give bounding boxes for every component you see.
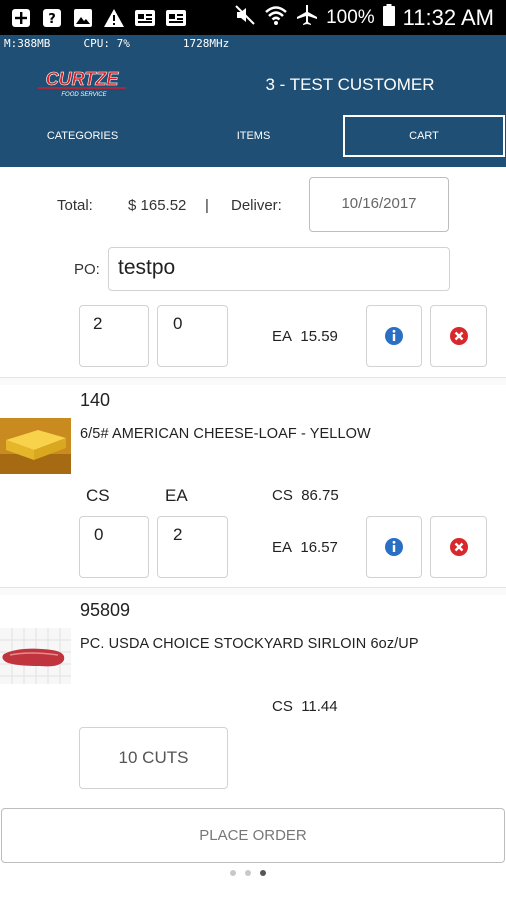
case-qty-input[interactable]: 2 (79, 305, 149, 367)
item-info-button[interactable] (366, 305, 422, 367)
image-icon (72, 7, 94, 29)
page-dot (245, 870, 251, 876)
battery-icon (382, 4, 395, 32)
each-price-unit: EA (272, 539, 293, 556)
each-price-value: 15.59 (300, 328, 338, 345)
case-price-unit: CS (272, 487, 293, 504)
case-price-value: 86.75 (301, 487, 339, 504)
memory-stat: M:388MB (4, 37, 51, 50)
warning-icon (103, 7, 125, 29)
remove-icon (449, 327, 468, 345)
case-column-header: CS (86, 486, 110, 505)
case-price-unit: CS (272, 698, 293, 715)
case-qty-input[interactable]: 0 (79, 516, 149, 578)
remove-item-button[interactable] (430, 305, 487, 367)
cpu-stat: CPU: 7% (83, 37, 130, 50)
remove-item-button[interactable] (430, 516, 487, 578)
total-separator: | (205, 197, 209, 214)
deliver-date-value: 10/16/2017 (341, 195, 417, 212)
cuts-button[interactable]: 10 CUTS (79, 727, 228, 789)
each-price-unit: EA (272, 328, 293, 345)
svg-text:CURTZE: CURTZE (46, 69, 120, 89)
id-card-icon (165, 7, 187, 29)
place-order-button[interactable]: PLACE ORDER (1, 808, 505, 863)
mute-icon (234, 4, 256, 32)
customer-name: 3 - TEST CUSTOMER (265, 75, 435, 94)
item-thumbnail-steak (0, 628, 71, 684)
tab-categories[interactable]: CATEGORIES (0, 115, 165, 157)
po-label: PO: (74, 261, 100, 278)
wifi-icon (264, 4, 288, 32)
plus-box-icon (10, 7, 32, 29)
page-dot-active (260, 870, 266, 876)
item-sku: 95809 (80, 600, 131, 620)
tab-cart[interactable]: CART (343, 115, 505, 157)
po-input[interactable]: testpo (108, 247, 450, 291)
each-price: EA 16.57 (272, 539, 338, 556)
case-price-value: 11.44 (301, 698, 338, 715)
item-divider (0, 587, 506, 595)
page-dot (230, 870, 236, 876)
svg-text:?: ? (48, 12, 56, 27)
case-qty-value: 0 (94, 525, 104, 544)
item-sku: 140 (80, 390, 111, 410)
clock: 11:32 AM (402, 5, 494, 30)
total-label: Total: (57, 197, 93, 214)
info-icon (385, 327, 403, 345)
item-description: PC. USDA CHOICE STOCKYARD SIRLOIN 6oz/UP (80, 636, 419, 652)
battery-percent: 100% (326, 7, 375, 28)
each-qty-value: 0 (173, 314, 183, 333)
item-thumbnail-cheese (0, 418, 71, 474)
id-card-icon (134, 7, 156, 29)
case-qty-value: 2 (93, 314, 103, 333)
each-price: EA 15.59 (272, 328, 338, 345)
each-qty-input[interactable]: 0 (157, 305, 228, 367)
info-icon (385, 538, 403, 556)
item-description: 6/5# AMERICAN CHEESE-LOAF - YELLOW (80, 426, 371, 442)
airplane-icon (296, 4, 318, 32)
help-box-icon: ? (41, 7, 63, 29)
svg-text:FOOD SERVICE: FOOD SERVICE (61, 92, 107, 98)
each-column-header: EA (165, 486, 188, 505)
po-input-value: testpo (118, 256, 176, 279)
app-header: CURTZE FOOD SERVICE 3 - TEST CUSTOMER CA… (0, 53, 506, 167)
company-logo: CURTZE FOOD SERVICE (34, 69, 130, 99)
remove-icon (449, 538, 468, 556)
tab-bar: CATEGORIES ITEMS CART (0, 115, 506, 157)
deliver-label: Deliver: (231, 197, 282, 214)
page-indicator (230, 870, 266, 876)
total-value: $ 165.52 (128, 197, 187, 214)
case-price: CS 11.44 (272, 698, 338, 715)
cpu-frequency-stat: 1728MHz (182, 37, 230, 50)
each-qty-value: 2 (173, 525, 183, 544)
tab-items[interactable]: ITEMS (170, 115, 337, 157)
item-divider (0, 377, 506, 385)
status-bar: ? 100% 11:32 AM (0, 0, 506, 35)
each-price-value: 16.57 (300, 539, 338, 556)
each-qty-input[interactable]: 2 (157, 516, 228, 578)
debug-stats-bar: M:388MB CPU: 7% 1728MHz (0, 35, 506, 53)
item-info-button[interactable] (366, 516, 422, 578)
deliver-date-button[interactable]: 10/16/2017 (309, 177, 449, 232)
case-price: CS 86.75 (272, 487, 339, 504)
